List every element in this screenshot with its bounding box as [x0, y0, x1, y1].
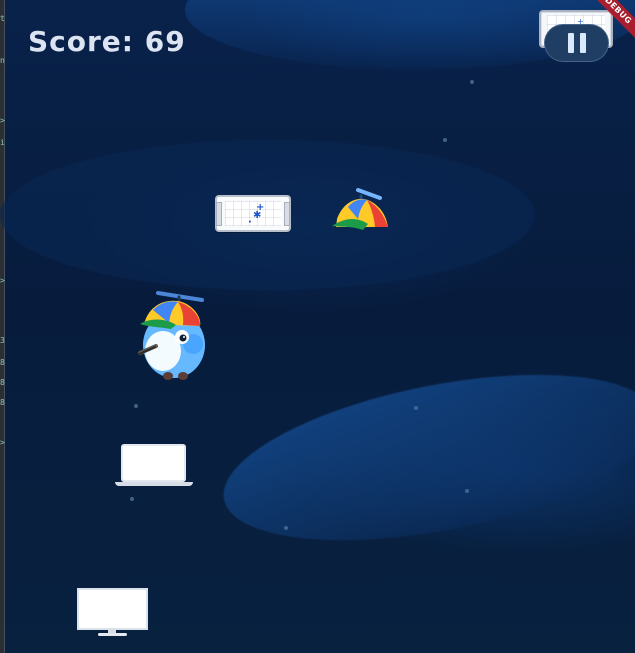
- tablet-platform: + ✱ ·: [215, 195, 291, 232]
- pause-icon: [579, 33, 586, 53]
- monitor-platform: [77, 588, 148, 636]
- monitor-stand: [98, 633, 127, 636]
- edge-glyph: >: [0, 438, 5, 447]
- pause-icon: [567, 33, 574, 53]
- edge-glyph: >: [0, 116, 5, 125]
- laptop-base: [115, 482, 193, 486]
- background-star: [414, 406, 418, 410]
- edge-glyph: n: [0, 56, 5, 65]
- monitor-screen: [77, 588, 148, 630]
- edge-glyph: 8: [0, 378, 5, 387]
- propeller-hat-icon: [332, 188, 388, 230]
- edge-glyph: i: [0, 138, 5, 147]
- game-screen: t n i 3 8 8 8 > > > Score: 69 + DEBUG + …: [0, 0, 635, 653]
- left-editor-edge: t n i 3 8 8 8 > > >: [0, 0, 5, 653]
- bird-icon: [138, 291, 205, 380]
- player-bird: [136, 290, 212, 382]
- pause-button[interactable]: [544, 24, 609, 62]
- background-star: [470, 80, 474, 84]
- background-nebula: [210, 344, 635, 571]
- propeller-hat-powerup: [330, 185, 393, 230]
- background-star: [130, 497, 134, 501]
- tablet-screen: + ✱ ·: [225, 201, 281, 228]
- background-star: [134, 404, 138, 408]
- tablet-sparkle-icon: ·: [248, 217, 252, 228]
- background-star: [465, 489, 469, 493]
- laptop-screen: [121, 444, 186, 482]
- laptop-platform: [115, 444, 193, 487]
- background-star: [284, 526, 288, 530]
- edge-glyph: t: [0, 14, 5, 23]
- edge-glyph: 8: [0, 398, 5, 407]
- edge-glyph: 3: [0, 336, 5, 345]
- score-display: Score: 69: [28, 25, 186, 58]
- edge-glyph: >: [0, 276, 5, 285]
- background-star: [443, 138, 447, 142]
- tablet-sparkle-icon: ✱: [253, 210, 262, 221]
- edge-glyph: 8: [0, 358, 5, 367]
